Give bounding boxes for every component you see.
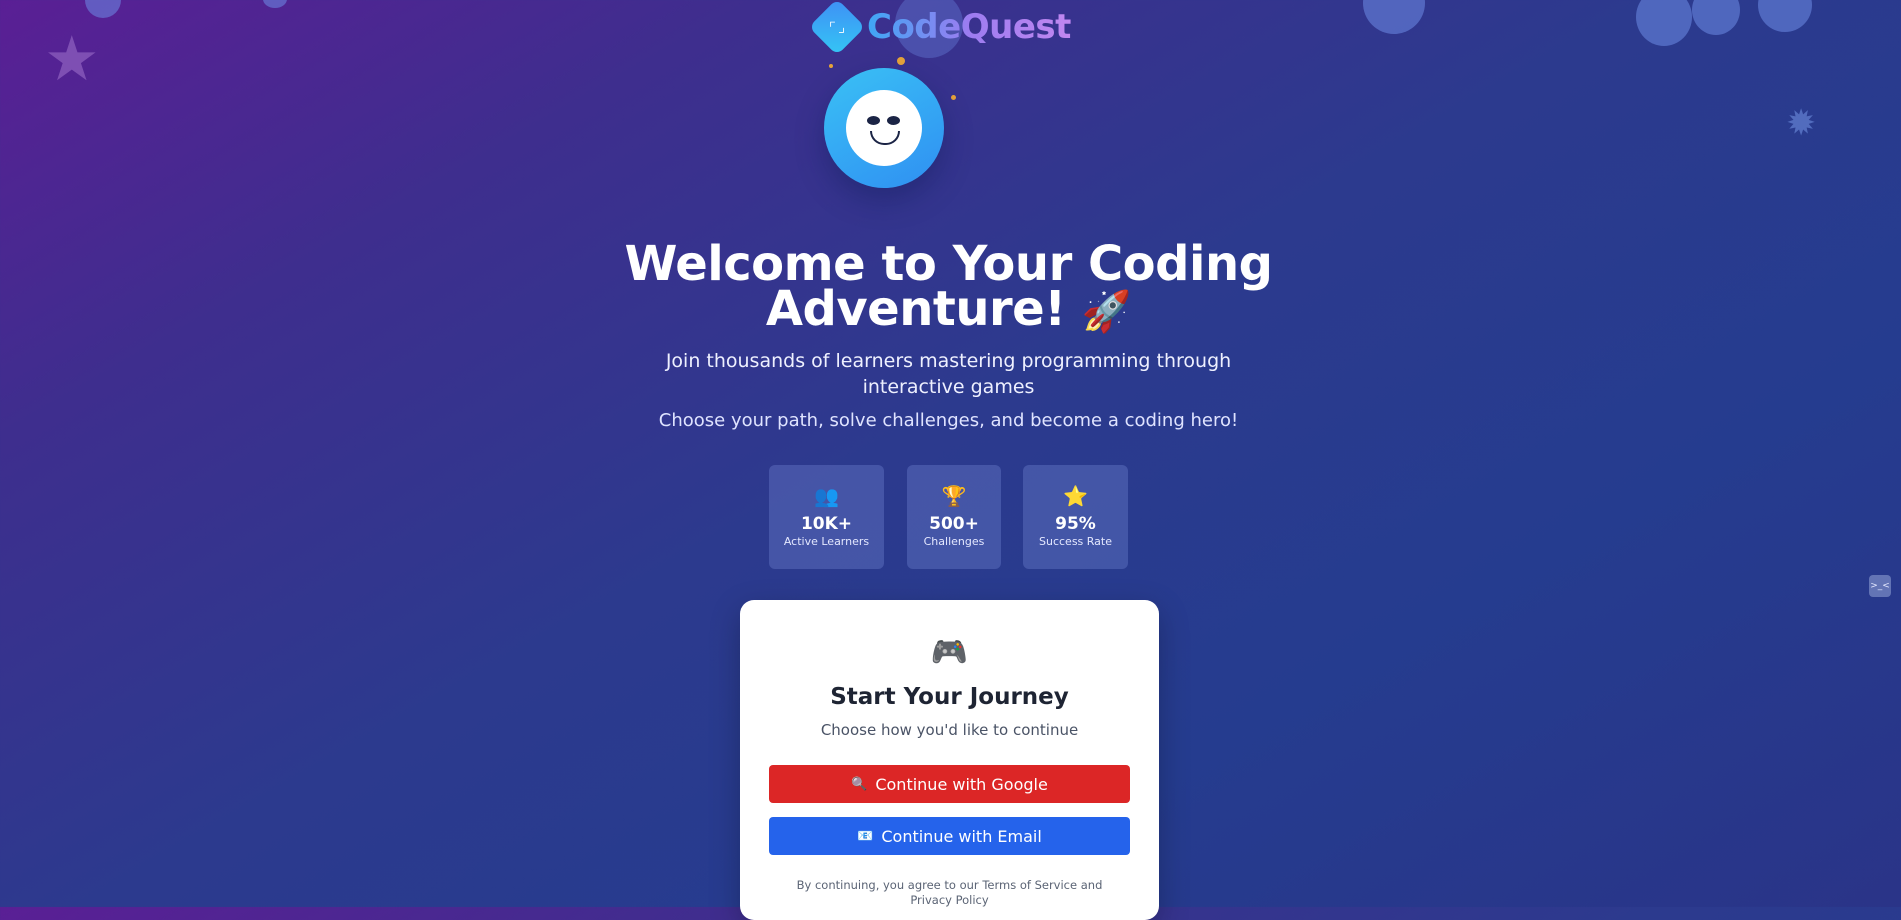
- decorative-bubble: [1758, 0, 1812, 32]
- card-title: Start Your Journey: [830, 684, 1069, 710]
- stat-label: Challenges: [923, 535, 985, 548]
- auth-card: 🎮 Start Your Journey Choose how you'd li…: [740, 600, 1159, 920]
- decorative-bubble: [1363, 0, 1425, 34]
- continue-with-google-button[interactable]: 🔍 Continue with Google: [769, 765, 1130, 803]
- brand-name: CodeQuest: [867, 7, 1071, 47]
- smiley-face-icon: [846, 90, 922, 166]
- stat-card-challenges: 🏆 500+ Challenges: [907, 465, 1001, 569]
- brand-header[interactable]: ⌜⌟ CodeQuest: [808, 0, 1071, 56]
- mascot-mouth: [870, 131, 900, 145]
- game-controller-icon: 🎮: [930, 635, 969, 670]
- card-subtitle: Choose how you'd like to continue: [820, 721, 1079, 739]
- star-icon: ⭐: [1063, 484, 1088, 508]
- stat-card-success-rate: ⭐ 95% Success Rate: [1023, 465, 1128, 569]
- continue-with-email-button[interactable]: 📧 Continue with Email: [769, 817, 1130, 855]
- search-icon: 🔍: [851, 776, 868, 792]
- stat-label: Active Learners: [783, 535, 870, 548]
- sparkle-dot: [897, 57, 905, 65]
- decorative-sparkle-icon: ✹: [1786, 103, 1817, 144]
- mascot-eye: [887, 116, 900, 125]
- email-button-label: Continue with Email: [881, 826, 1042, 846]
- hero-tagline: Choose your path, solve challenges, and …: [658, 410, 1239, 431]
- trophy-icon: 🏆: [941, 484, 967, 508]
- decorative-bubble: [85, 0, 121, 18]
- google-button-label: Continue with Google: [875, 774, 1048, 794]
- side-feedback-icon[interactable]: >_<: [1869, 575, 1891, 597]
- decorative-bubble: [1692, 0, 1740, 35]
- email-icon: 📧: [857, 828, 874, 844]
- mascot-eye: [867, 116, 880, 125]
- code-bracket-icon: ⌜⌟: [808, 0, 866, 56]
- stat-label: Success Rate: [1039, 535, 1112, 548]
- decorative-bubble: [1636, 0, 1692, 46]
- hero-title-text: Welcome to Your Coding Adventure!: [624, 236, 1273, 337]
- sparkle-dot: [951, 95, 956, 100]
- users-icon: 👥: [814, 484, 839, 508]
- terms-notice: By continuing, you agree to our Terms of…: [796, 878, 1103, 907]
- mascot-avatar: [824, 68, 944, 188]
- stat-card-learners: 👥 10K+ Active Learners: [769, 465, 884, 569]
- stat-value: 10K+: [800, 514, 853, 534]
- hero-title: Welcome to Your Coding Adventure! 🚀: [600, 240, 1297, 335]
- stat-value: 500+: [929, 514, 979, 534]
- decorative-star-icon: ★: [44, 22, 100, 95]
- stat-value: 95%: [1055, 514, 1096, 534]
- sparkle-dot: [829, 64, 833, 68]
- hero-subtitle: Join thousands of learners mastering pro…: [665, 350, 1232, 398]
- rocket-icon: 🚀: [1081, 289, 1132, 335]
- decorative-bubble: [263, 0, 287, 8]
